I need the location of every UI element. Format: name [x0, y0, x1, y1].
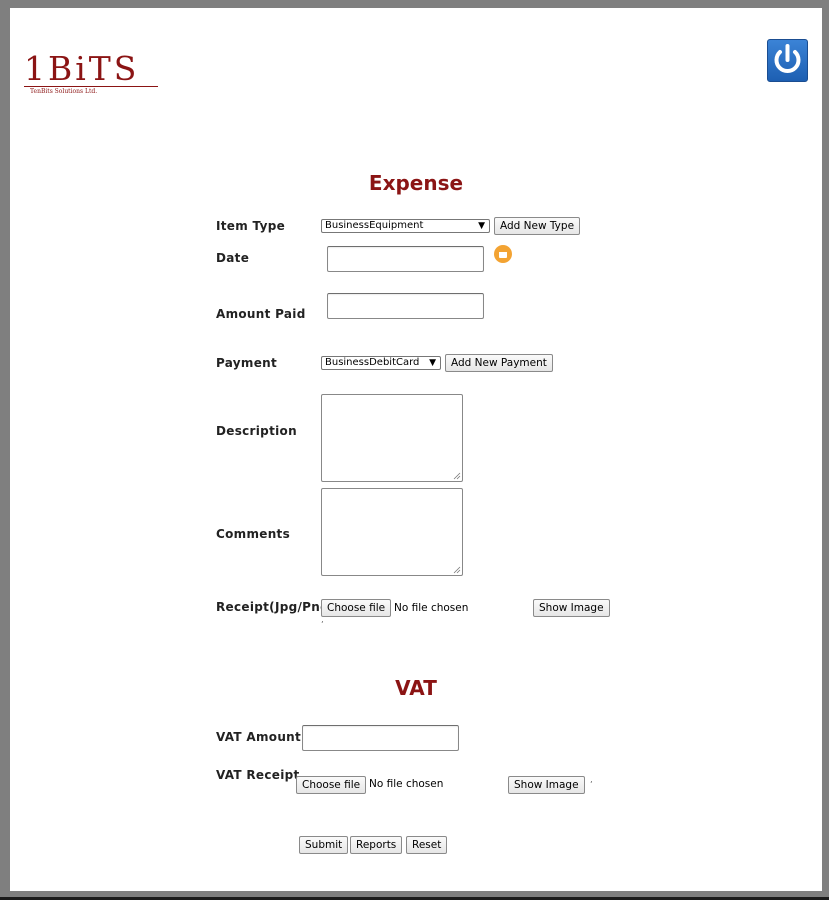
- vat-section-title: VAT: [395, 676, 437, 700]
- receipt-label: Receipt(Jpg/Png): [216, 600, 335, 614]
- logo-text: 1BiTS: [24, 49, 140, 88]
- power-icon: [774, 44, 801, 74]
- receipt-choose-file-button[interactable]: Choose file: [321, 599, 392, 617]
- dropdown-caret-icon: ▼: [478, 221, 485, 231]
- payment-select[interactable]: BusinessDebitCard ▼: [321, 356, 441, 370]
- description-label: Description: [216, 424, 297, 438]
- resize-grip-icon[interactable]: [453, 566, 461, 574]
- item-type-selected-value: BusinessEquipment: [325, 220, 424, 231]
- amount-paid-label: Amount Paid: [216, 307, 306, 321]
- reset-button[interactable]: Reset: [406, 836, 448, 854]
- vat-receipt-label: VAT Receipt: [216, 768, 300, 782]
- add-new-type-button[interactable]: Add New Type: [494, 217, 581, 235]
- item-type-label: Item Type: [216, 219, 286, 233]
- payment-selected-value: BusinessDebitCard: [325, 357, 420, 368]
- reports-button[interactable]: Reports: [350, 836, 403, 854]
- expense-section-title: Expense: [368, 171, 464, 195]
- add-new-payment-button[interactable]: Add New Payment: [445, 354, 553, 372]
- receipt-preview-placeholder: ʼ: [321, 620, 324, 629]
- comments-textarea[interactable]: [321, 488, 463, 576]
- date-label: Date: [216, 251, 250, 265]
- vat-receipt-choose-file-button[interactable]: Choose file: [296, 776, 367, 794]
- item-type-select[interactable]: BusinessEquipment ▼: [321, 219, 490, 233]
- submit-button[interactable]: Submit: [299, 836, 349, 854]
- receipt-show-image-button[interactable]: Show Image: [533, 599, 610, 617]
- logout-button[interactable]: [767, 39, 808, 82]
- page-container: 1BiTS TenBits Solutions Ltd. Expense Ite…: [10, 8, 822, 891]
- dropdown-caret-icon: ▼: [429, 358, 436, 368]
- payment-label: Payment: [216, 356, 278, 370]
- resize-grip-icon[interactable]: [453, 472, 461, 480]
- vat-receipt-file-status: No file chosen: [369, 778, 444, 790]
- vat-amount-label: VAT Amount: [216, 730, 302, 744]
- vat-receipt-show-image-button[interactable]: Show Image: [508, 776, 585, 794]
- receipt-file-status: No file chosen: [394, 602, 469, 614]
- calendar-icon[interactable]: [494, 245, 512, 263]
- amount-paid-input[interactable]: [327, 293, 484, 319]
- vat-receipt-preview-placeholder: ʼ: [590, 780, 593, 789]
- vat-amount-input[interactable]: [302, 725, 459, 751]
- description-textarea[interactable]: [321, 394, 463, 482]
- company-logo: 1BiTS TenBits Solutions Ltd.: [24, 52, 174, 102]
- date-input[interactable]: [327, 246, 484, 272]
- logo-subtext: TenBits Solutions Ltd.: [30, 88, 98, 95]
- comments-label: Comments: [216, 527, 291, 541]
